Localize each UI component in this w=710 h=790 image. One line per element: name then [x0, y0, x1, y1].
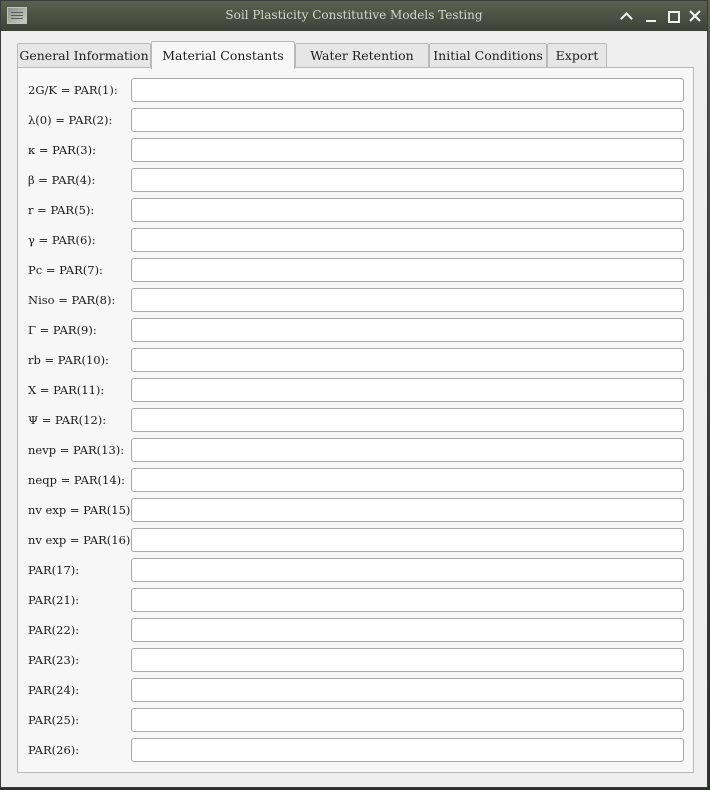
par14-input[interactable] [131, 468, 684, 492]
field-row-par1: 2G/K = PAR(1): [18, 78, 693, 102]
title-bar[interactable]: Soil Plasticity Constitutive Models Test… [1, 1, 707, 31]
par1-input[interactable] [131, 78, 684, 102]
field-row-par16: nv exp = PAR(16): [18, 528, 693, 552]
field-label: nv exp = PAR(16): [28, 533, 135, 547]
field-label: PAR(26): [28, 743, 80, 757]
field-row-par6: γ = PAR(6): [18, 228, 693, 252]
field-row-par17: PAR(17): [18, 558, 693, 582]
field-row-par14: neqp = PAR(14): [18, 468, 693, 492]
field-row-par13: nevp = PAR(13): [18, 438, 693, 462]
field-label: 2G/K = PAR(1): [28, 83, 118, 97]
field-label: r = PAR(5): [28, 203, 95, 217]
field-row-par23: PAR(23): [18, 648, 693, 672]
tab-general-information[interactable]: General Information [17, 43, 151, 68]
par2-input[interactable] [131, 108, 684, 132]
field-label: Pc = PAR(7): [28, 263, 103, 277]
field-label: PAR(25): [28, 713, 80, 727]
par21-input[interactable] [131, 588, 684, 612]
field-row-par5: r = PAR(5): [18, 198, 693, 222]
par10-input[interactable] [131, 348, 684, 372]
tab-initial-conditions[interactable]: Initial Conditions [429, 43, 547, 68]
field-row-par15: nv exp = PAR(15): [18, 498, 693, 522]
field-label: nv exp = PAR(15): [28, 503, 135, 517]
par6-input[interactable] [131, 228, 684, 252]
field-label: Ψ = PAR(12): [28, 413, 107, 427]
par22-input[interactable] [131, 618, 684, 642]
tab-water-retention-model[interactable]: Water Retention Model [295, 43, 429, 87]
par4-input[interactable] [131, 168, 684, 192]
chevron-up-icon[interactable] [617, 7, 635, 25]
field-row-par7: Pc = PAR(7): [18, 258, 693, 282]
field-row-par12: Ψ = PAR(12): [18, 408, 693, 432]
par25-input[interactable] [131, 708, 684, 732]
par24-input[interactable] [131, 678, 684, 702]
close-icon[interactable] [686, 7, 704, 25]
field-label: γ = PAR(6): [28, 233, 96, 247]
par3-input[interactable] [131, 138, 684, 162]
field-label: Γ = PAR(9): [28, 323, 97, 337]
tab-material-constants[interactable]: Material Constants [151, 41, 295, 69]
field-row-par8: Niso = PAR(8): [18, 288, 693, 312]
field-row-par26: PAR(26): [18, 738, 693, 762]
field-row-par2: λ(0) = PAR(2): [18, 108, 693, 132]
par12-input[interactable] [131, 408, 684, 432]
field-row-par24: PAR(24): [18, 678, 693, 702]
par13-input[interactable] [131, 438, 684, 462]
app-window: Soil Plasticity Constitutive Models Test… [0, 0, 708, 788]
par8-input[interactable] [131, 288, 684, 312]
par7-input[interactable] [131, 258, 684, 282]
field-row-par4: β = PAR(4): [18, 168, 693, 192]
field-label: Niso = PAR(8): [28, 293, 116, 307]
par15-input[interactable] [131, 498, 684, 522]
par5-input[interactable] [131, 198, 684, 222]
field-label: PAR(22): [28, 623, 80, 637]
maximize-icon[interactable] [664, 7, 682, 25]
field-row-par11: X = PAR(11): [18, 378, 693, 402]
field-label: PAR(24): [28, 683, 80, 697]
field-label: β = PAR(4): [28, 173, 96, 187]
field-label: X = PAR(11): [28, 383, 105, 397]
field-row-par10: rb = PAR(10): [18, 348, 693, 372]
field-row-par21: PAR(21): [18, 588, 693, 612]
par9-input[interactable] [131, 318, 684, 342]
par16-input[interactable] [131, 528, 684, 552]
window-title: Soil Plasticity Constitutive Models Test… [225, 8, 483, 22]
material-constants-panel: 2G/K = PAR(1): λ(0) = PAR(2): κ = PAR(3)… [17, 67, 694, 773]
field-label: PAR(23): [28, 653, 80, 667]
field-label: PAR(21): [28, 593, 80, 607]
tab-export[interactable]: Export [547, 43, 607, 68]
par23-input[interactable] [131, 648, 684, 672]
field-row-par22: PAR(22): [18, 618, 693, 642]
field-label: λ(0) = PAR(2): [28, 113, 113, 127]
field-label: nevp = PAR(13): [28, 443, 125, 457]
field-label: neqp = PAR(14): [28, 473, 126, 487]
par26-input[interactable] [131, 738, 684, 762]
field-label: PAR(17): [28, 563, 80, 577]
minimize-icon[interactable] [642, 7, 660, 25]
field-label: rb = PAR(10): [28, 353, 109, 367]
field-row-par3: κ = PAR(3): [18, 138, 693, 162]
field-row-par25: PAR(25): [18, 708, 693, 732]
par17-input[interactable] [131, 558, 684, 582]
field-label: κ = PAR(3): [28, 143, 96, 157]
par11-input[interactable] [131, 378, 684, 402]
field-row-par9: Γ = PAR(9): [18, 318, 693, 342]
